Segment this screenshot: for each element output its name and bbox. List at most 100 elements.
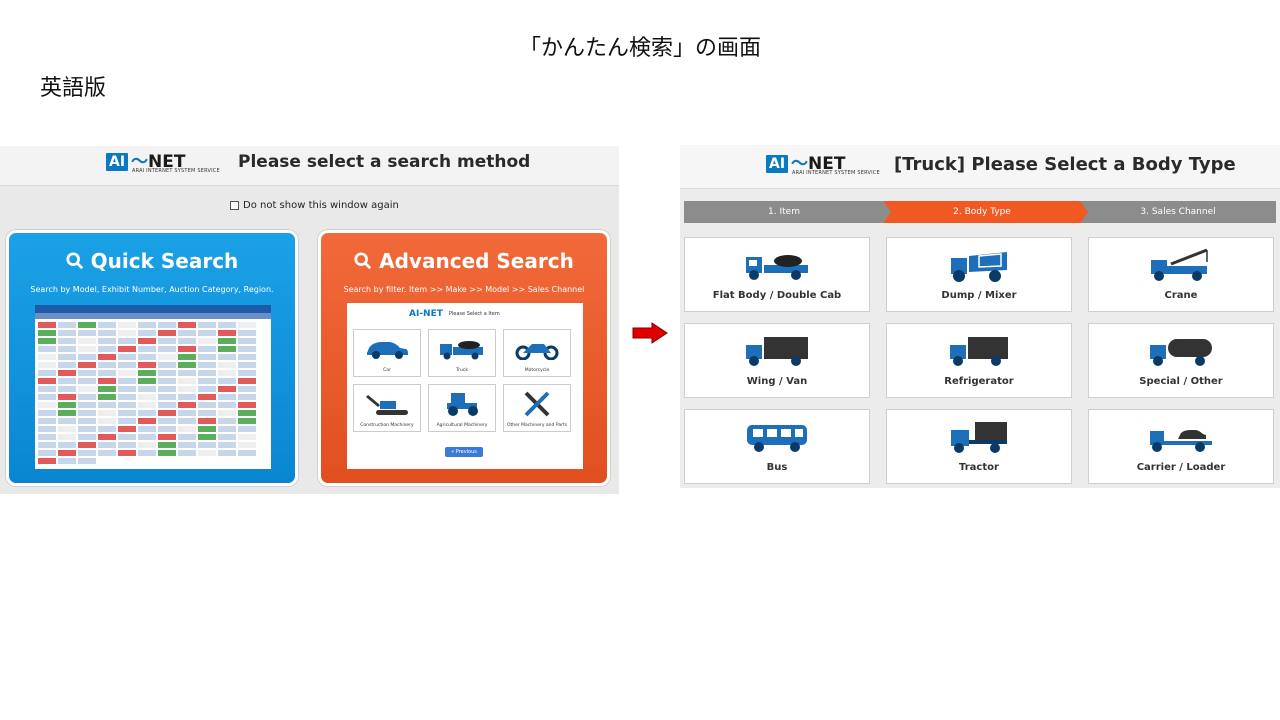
preview-cell — [158, 394, 176, 400]
preview-cell — [198, 354, 216, 360]
preview-cell — [158, 378, 176, 384]
crane-truck-icon — [1151, 248, 1208, 281]
preview-cell — [158, 450, 176, 456]
preview-cell — [198, 346, 216, 352]
preview-cell — [38, 450, 56, 456]
preview-cell — [38, 362, 56, 368]
preview-cell — [218, 394, 236, 400]
preview-cell — [198, 418, 216, 424]
car-carrier-icon — [1150, 430, 1212, 452]
preview-cell — [58, 402, 76, 408]
step-progress: 1. Item 2. Body Type 3. Sales Channel — [684, 201, 1276, 223]
preview-cell — [118, 338, 136, 344]
preview-cell — [238, 426, 256, 432]
checkbox-box[interactable] — [230, 201, 239, 210]
preview-cell — [238, 418, 256, 424]
preview-cell — [38, 354, 56, 360]
preview-cell — [58, 338, 76, 344]
preview-cell — [78, 338, 96, 344]
preview-cell — [238, 346, 256, 352]
item-construction-machinery[interactable]: Construction Machinery — [353, 384, 421, 432]
preview-cell — [158, 386, 176, 392]
preview-cell — [38, 458, 56, 464]
body-type-refrigerator[interactable]: Refrigerator — [886, 323, 1072, 398]
preview-cell — [98, 426, 116, 432]
preview-cell — [98, 378, 116, 384]
preview-cell — [178, 346, 196, 352]
preview-cell — [198, 394, 216, 400]
body-type-label: Carrier / Loader — [1136, 462, 1226, 473]
preview-cell — [98, 410, 116, 416]
preview-cell — [138, 362, 156, 368]
advanced-search-description: Search by filter. Item >> Make >> Model … — [343, 285, 585, 294]
preview-cell — [118, 354, 136, 360]
body-type-bus[interactable]: Bus — [684, 409, 870, 484]
advanced-search-card[interactable]: Advanced Search Search by filter. Item >… — [318, 230, 610, 486]
body-type-label: Tractor — [959, 462, 999, 473]
preview-cell — [158, 418, 176, 424]
item-label: Car — [383, 368, 391, 373]
body-type-wing-van[interactable]: Wing / Van — [684, 323, 870, 398]
preview-cell — [118, 434, 136, 440]
quick-search-description: Search by Model, Exhibit Number, Auction… — [30, 285, 274, 294]
preview-cell — [98, 402, 116, 408]
quick-search-label: Quick Search — [90, 249, 239, 273]
step-sales-channel[interactable]: 3. Sales Channel — [1080, 201, 1276, 223]
preview-cell — [178, 402, 196, 408]
quick-search-card[interactable]: Quick Search Search by Model, Exhibit Nu… — [6, 230, 298, 486]
body-type-window: AI 〜NET ARAI INTERNET SYSTEM SERVICE [Tr… — [680, 145, 1280, 488]
preview-cell — [98, 322, 116, 328]
item-other-machinery[interactable]: Other Machinery and Parts — [503, 384, 571, 432]
preview-cell — [78, 386, 96, 392]
preview-cell — [218, 410, 236, 416]
preview-cell — [178, 354, 196, 360]
ainet-logo: AI 〜NET ARAI INTERNET SYSTEM SERVICE — [766, 155, 880, 176]
logo-box: AI — [106, 153, 129, 171]
preview-cell — [118, 370, 136, 376]
item-motorcycle[interactable]: Motorcycle — [503, 329, 571, 377]
preview-cell — [218, 322, 236, 328]
preview-cell — [238, 386, 256, 392]
item-agricultural-machinery[interactable]: Agricultural Machinery — [428, 384, 496, 432]
preview-cell — [98, 354, 116, 360]
preview-cell — [138, 410, 156, 416]
preview-cell — [78, 322, 96, 328]
quick-search-preview — [35, 305, 271, 469]
preview-cell — [158, 370, 176, 376]
preview-cell — [198, 434, 216, 440]
previous-button[interactable]: « Previous — [445, 447, 483, 457]
preview-cell — [78, 442, 96, 448]
body-type-crane[interactable]: Crane — [1088, 237, 1274, 312]
preview-cell — [158, 426, 176, 432]
preview-cell — [238, 410, 256, 416]
item-car[interactable]: Car — [353, 329, 421, 377]
do-not-show-checkbox[interactable]: Do not show this window again — [230, 200, 399, 211]
body-type-special[interactable]: Special / Other — [1088, 323, 1274, 398]
item-truck[interactable]: Truck — [428, 329, 496, 377]
preview-cell — [178, 362, 196, 368]
preview-cell — [58, 426, 76, 432]
search-icon — [66, 252, 83, 270]
body-type-dump[interactable]: Dump / Mixer — [886, 237, 1072, 312]
preview-cell — [38, 322, 56, 328]
logo-subtitle: ARAI INTERNET SYSTEM SERVICE — [132, 168, 220, 174]
preview-cell — [38, 346, 56, 352]
preview-cell — [178, 442, 196, 448]
preview-cell — [178, 370, 196, 376]
step-item[interactable]: 1. Item — [684, 201, 884, 223]
preview-cell — [218, 370, 236, 376]
body-type-tractor[interactable]: Tractor — [886, 409, 1072, 484]
item-label: Construction Machinery — [360, 423, 414, 428]
step-body-type[interactable]: 2. Body Type — [883, 201, 1088, 223]
window-header: AI 〜NET ARAI INTERNET SYSTEM SERVICE [Tr… — [680, 145, 1280, 189]
preview-cell — [78, 362, 96, 368]
preview-cell — [158, 362, 176, 368]
preview-cell — [238, 330, 256, 336]
bus-icon — [747, 425, 807, 452]
body-type-carrier[interactable]: Carrier / Loader — [1088, 409, 1274, 484]
preview-cell — [158, 330, 176, 336]
preview-cell — [238, 394, 256, 400]
logo-box: AI — [766, 155, 789, 173]
preview-cell — [138, 442, 156, 448]
body-type-flat-body[interactable]: Flat Body / Double Cab — [684, 237, 870, 312]
